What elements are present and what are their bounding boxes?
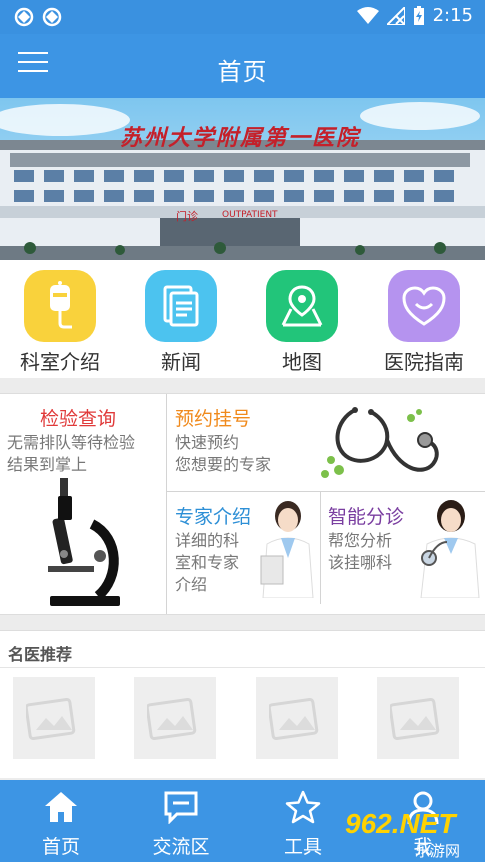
nav-home[interactable]: 首页 xyxy=(6,790,116,859)
smart-triage-title: 智能分诊 xyxy=(328,506,405,528)
doctor-photo-placeholder[interactable] xyxy=(377,677,459,759)
quick-item-label: 科室介绍 xyxy=(20,350,100,374)
doctor-stethoscope-illustration xyxy=(420,500,480,598)
banner-door-en: OUTPATIENT xyxy=(222,210,278,220)
section-title: 名医推荐 xyxy=(8,645,73,664)
app-bar: 首页 xyxy=(0,34,485,98)
image-placeholder-icon xyxy=(269,697,319,740)
experts-desc: 详细的科 xyxy=(175,531,240,550)
sync-icon xyxy=(42,7,62,27)
experts-desc: 室和专家 xyxy=(175,553,240,572)
status-bar: 2:15 xyxy=(0,0,485,34)
nav-label: 首页 xyxy=(41,836,80,858)
nav-label: 交流区 xyxy=(152,836,210,858)
quick-item-label: 新闻 xyxy=(161,350,201,374)
quick-menu: 科室介绍 新闻 地图 医院指南 xyxy=(0,260,485,378)
star-icon xyxy=(285,790,321,824)
experts-desc: 介绍 xyxy=(175,575,208,594)
experts-title: 专家介绍 xyxy=(175,506,252,528)
quick-item-map[interactable]: 地图 xyxy=(252,270,352,375)
lab-results-desc: 结果到掌上 xyxy=(7,455,88,474)
watermark-sub: 乐游网 xyxy=(415,842,461,860)
map-icon xyxy=(266,270,338,342)
wifi-icon xyxy=(356,6,379,24)
nav-community[interactable]: 交流区 xyxy=(126,790,236,859)
smart-triage-card[interactable]: 智能分诊 帮您分析 该挂哪科 xyxy=(321,492,485,604)
image-placeholder-icon xyxy=(390,697,440,740)
services-grid: 检验查询 无需排队等待检验 结果到掌上 预约挂号 快速预约 您想要的专家 专家介… xyxy=(0,393,485,615)
watermark-brand: 962.NET xyxy=(345,808,456,839)
smart-triage-desc: 帮您分析 xyxy=(328,531,393,550)
recommended-doctors: 名医推荐 xyxy=(0,630,485,778)
nav-tools[interactable]: 工具 xyxy=(248,790,358,859)
nav-label: 工具 xyxy=(283,836,322,858)
sync-icon xyxy=(14,7,34,27)
no-signal-icon xyxy=(386,6,405,25)
home-icon xyxy=(45,792,77,822)
quick-item-label: 地图 xyxy=(282,350,322,374)
iv-drip-icon xyxy=(24,270,96,342)
appointment-card[interactable]: 预约挂号 快速预约 您想要的专家 xyxy=(167,394,485,491)
appointment-desc: 您想要的专家 xyxy=(175,455,272,474)
doctor-photo-placeholder[interactable] xyxy=(256,677,338,759)
banner-door-cn: 门诊 xyxy=(176,210,198,223)
doctor-illustration xyxy=(260,501,314,598)
experts-card[interactable]: 专家介绍 详细的科 室和专家 介绍 xyxy=(167,492,320,604)
stethoscope-icon xyxy=(321,407,439,478)
quick-item-label: 医院指南 xyxy=(384,350,464,374)
image-placeholder-icon xyxy=(26,697,76,740)
quick-item-news[interactable]: 新闻 xyxy=(131,270,231,375)
lab-results-desc: 无需排队等待检验 xyxy=(7,433,136,452)
quick-item-departments[interactable]: 科室介绍 xyxy=(10,270,110,375)
image-placeholder-icon xyxy=(147,697,197,740)
quick-item-guide[interactable]: 医院指南 xyxy=(374,270,474,375)
banner-sign-text: 苏州大学附属第一医院 xyxy=(120,125,361,151)
appointment-desc: 快速预约 xyxy=(175,433,240,452)
heart-chat-icon xyxy=(388,270,460,342)
battery-icon xyxy=(413,5,424,25)
lab-results-title: 检验查询 xyxy=(40,408,117,430)
smart-triage-desc: 该挂哪科 xyxy=(328,553,393,572)
doctor-photo-placeholder[interactable] xyxy=(13,677,95,759)
chat-icon xyxy=(164,791,198,825)
microscope-icon xyxy=(48,478,120,606)
watermark: 962.NET 乐游网 xyxy=(345,808,485,862)
document-icon xyxy=(145,270,217,342)
clock: 2:15 xyxy=(432,5,473,26)
page-title: 首页 xyxy=(217,58,268,86)
banner-image[interactable]: 苏州大学附属第一医院 门诊 OUTPATIENT xyxy=(0,98,485,260)
doctor-photo-placeholder[interactable] xyxy=(134,677,216,759)
lab-results-card[interactable]: 检验查询 无需排队等待检验 结果到掌上 xyxy=(0,394,166,614)
appointment-title: 预约挂号 xyxy=(175,408,252,430)
